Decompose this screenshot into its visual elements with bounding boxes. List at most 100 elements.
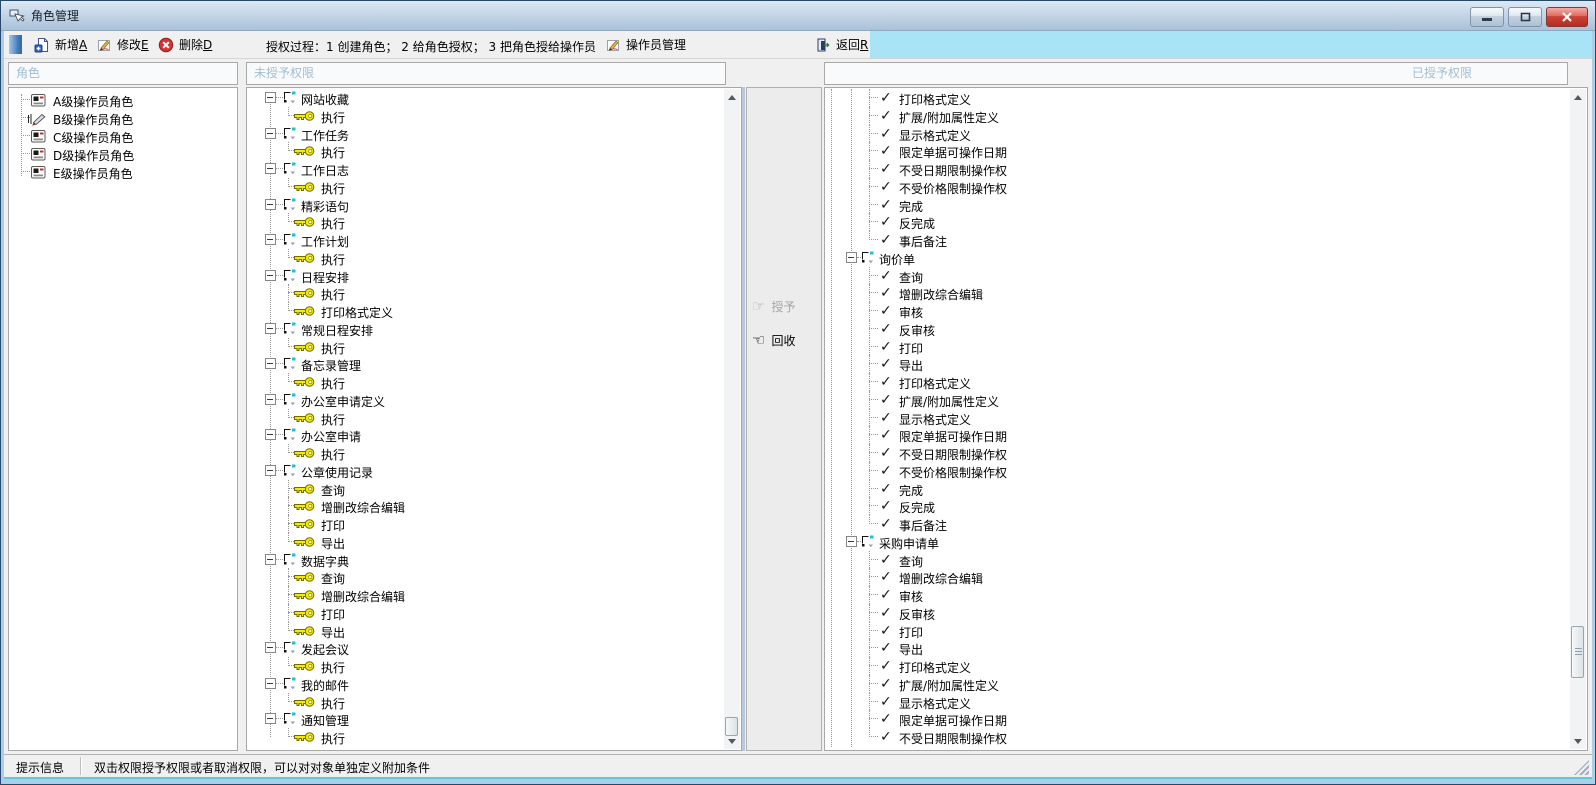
scroll-down-button[interactable] [724, 733, 740, 749]
permission-group-node[interactable]: 数据字典 [247, 551, 741, 569]
permission-leaf-node[interactable]: 执行 [247, 657, 741, 675]
resize-grip[interactable] [1574, 760, 1589, 775]
granted-permission-node[interactable]: ✓不受日期限制操作权 [825, 160, 1587, 178]
permission-group-node[interactable]: 精彩语句 [247, 196, 741, 214]
granted-permission-node[interactable]: ✓限定单据可操作日期 [825, 426, 1587, 444]
permission-group-node[interactable]: 工作任务 [247, 125, 741, 143]
permission-leaf-node[interactable]: 打印 [247, 604, 741, 622]
granted-permission-node[interactable]: ✓扩展/附加属性定义 [825, 675, 1587, 693]
granted-permission-node[interactable]: ✓完成 [825, 196, 1587, 214]
granted-permission-node[interactable]: ✓显示格式定义 [825, 409, 1587, 427]
permission-group-node[interactable]: 发起会议 [247, 639, 741, 657]
granted-permission-node[interactable]: ✓增删改综合编辑 [825, 284, 1587, 302]
collapse-toggle[interactable] [265, 394, 276, 405]
granted-permission-node[interactable]: ✓限定单据可操作日期 [825, 710, 1587, 728]
permission-group-node[interactable]: 常规日程安排 [247, 320, 741, 338]
permission-leaf-node[interactable]: 执行 [247, 728, 741, 746]
collapse-toggle[interactable] [265, 465, 276, 476]
granted-permission-node[interactable]: ✓查询 [825, 267, 1587, 285]
collapse-toggle[interactable] [265, 270, 276, 281]
collapse-toggle[interactable] [265, 92, 276, 103]
permission-group-node[interactable]: 办公室申请定义 [247, 391, 741, 409]
granted-permission-node[interactable]: ✓导出 [825, 639, 1587, 657]
granted-permission-node[interactable]: ✓打印格式定义 [825, 89, 1587, 107]
permission-leaf-node[interactable]: 执行 [247, 373, 741, 391]
permission-leaf-node[interactable]: 打印格式定义 [247, 302, 741, 320]
granted-permission-node[interactable]: ✓不受价格限制操作权 [825, 462, 1587, 480]
granted-tree-scrollbar[interactable] [1570, 89, 1586, 749]
scrollbar-thumb[interactable] [1571, 626, 1584, 678]
granted-permission-node[interactable]: ✓事后备注 [825, 231, 1587, 249]
role-tree-item[interactable]: E级操作员角色 [9, 163, 237, 181]
minimize-button[interactable] [1470, 7, 1504, 27]
granted-group-node[interactable]: 询价单 [825, 249, 1587, 267]
granted-group-node[interactable]: 采购申请单 [825, 533, 1587, 551]
permission-leaf-node[interactable]: 增删改综合编辑 [247, 586, 741, 604]
permission-leaf-node[interactable]: 执行 [247, 409, 741, 427]
granted-permission-node[interactable]: ✓反完成 [825, 213, 1587, 231]
collapse-toggle[interactable] [265, 323, 276, 334]
granted-permission-node[interactable]: ✓打印格式定义 [825, 657, 1587, 675]
maximize-button[interactable] [1508, 7, 1542, 27]
permission-leaf-node[interactable]: 执行 [247, 213, 741, 231]
new-button[interactable]: 新增A [34, 34, 87, 55]
granted-permission-node[interactable]: ✓打印 [825, 622, 1587, 640]
granted-permission-node[interactable]: ✓事后备注 [825, 515, 1587, 533]
permission-group-node[interactable]: 办公室申请 [247, 426, 741, 444]
permission-leaf-node[interactable]: 执行 [247, 338, 741, 356]
collapse-toggle[interactable] [265, 128, 276, 139]
permission-leaf-node[interactable]: 执行 [247, 142, 741, 160]
granted-permission-node[interactable]: ✓限定单据可操作日期 [825, 142, 1587, 160]
permission-leaf-node[interactable]: 打印 [247, 515, 741, 533]
delete-button[interactable]: 删除D [158, 34, 212, 55]
revoke-button[interactable]: ☜ 回收 [752, 331, 820, 349]
granted-permission-node[interactable]: ✓不受日期限制操作权 [825, 728, 1587, 746]
modify-button[interactable]: 修改E [96, 34, 149, 55]
permission-leaf-node[interactable]: 增删改综合编辑 [247, 497, 741, 515]
granted-permission-node[interactable]: ✓扩展/附加属性定义 [825, 391, 1587, 409]
toolbar-gripper[interactable] [9, 35, 22, 54]
collapse-toggle[interactable] [265, 642, 276, 653]
permission-leaf-node[interactable]: 执行 [247, 178, 741, 196]
close-button[interactable] [1546, 7, 1588, 27]
scroll-up-button[interactable] [1570, 89, 1586, 105]
granted-permission-node[interactable]: ✓打印 [825, 338, 1587, 356]
granted-permission-node[interactable]: ✓显示格式定义 [825, 693, 1587, 711]
permission-leaf-node[interactable]: 执行 [247, 444, 741, 462]
collapse-toggle[interactable] [265, 554, 276, 565]
operator-manage-button[interactable]: 操作员管理 [605, 34, 686, 55]
collapse-toggle[interactable] [265, 199, 276, 210]
granted-permission-node[interactable]: ✓审核 [825, 586, 1587, 604]
granted-permission-node[interactable]: ✓导出 [825, 355, 1587, 373]
permission-leaf-node[interactable]: 执行 [247, 693, 741, 711]
permission-group-node[interactable]: 我的邮件 [247, 675, 741, 693]
permission-leaf-node[interactable]: 查询 [247, 480, 741, 498]
granted-permission-node[interactable]: ✓增删改综合编辑 [825, 568, 1587, 586]
permission-leaf-node[interactable]: 导出 [247, 622, 741, 640]
granted-permission-node[interactable]: ✓显示格式定义 [825, 125, 1587, 143]
permission-leaf-node[interactable]: 执行 [247, 249, 741, 267]
role-tree-item-selected[interactable]: B级操作员角色 [9, 109, 237, 127]
permission-leaf-node[interactable]: 执行 [247, 284, 741, 302]
scroll-down-button[interactable] [1570, 733, 1586, 749]
permission-leaf-node[interactable]: 查询 [247, 568, 741, 586]
collapse-toggle[interactable] [846, 536, 857, 547]
granted-permission-node[interactable]: ✓完成 [825, 480, 1587, 498]
granted-permission-node[interactable]: ✓不受价格限制操作权 [825, 178, 1587, 196]
permission-group-node[interactable]: 日程安排 [247, 267, 741, 285]
granted-permission-node[interactable]: ✓审核 [825, 302, 1587, 320]
role-tree-item[interactable]: A级操作员角色 [9, 91, 237, 109]
collapse-toggle[interactable] [265, 358, 276, 369]
collapse-toggle[interactable] [265, 678, 276, 689]
granted-permission-node[interactable]: ✓反完成 [825, 497, 1587, 515]
collapse-toggle[interactable] [265, 163, 276, 174]
permission-group-node[interactable]: 网站收藏 [247, 89, 741, 107]
role-tree-item[interactable]: D级操作员角色 [9, 145, 237, 163]
granted-permission-node[interactable]: ✓扩展/附加属性定义 [825, 107, 1587, 125]
granted-permission-node[interactable]: ✓反审核 [825, 604, 1587, 622]
granted-permission-node[interactable]: ✓查询 [825, 551, 1587, 569]
permission-group-node[interactable]: 备忘录管理 [247, 355, 741, 373]
permission-group-node[interactable]: 公章使用记录 [247, 462, 741, 480]
collapse-toggle[interactable] [265, 234, 276, 245]
return-button[interactable]: 返回R [815, 34, 868, 55]
